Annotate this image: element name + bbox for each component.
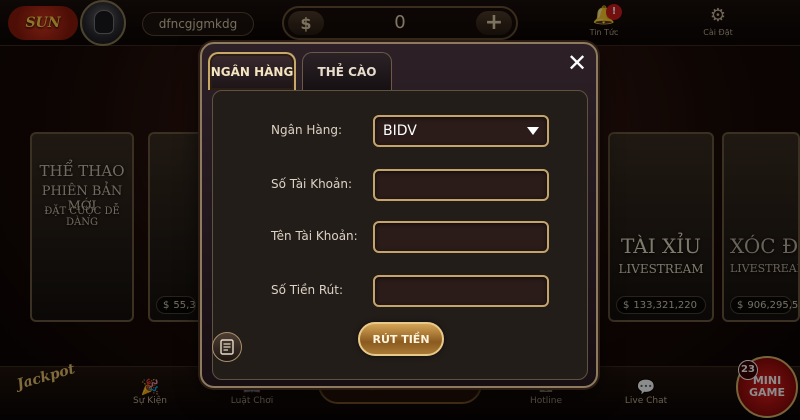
tab-bank[interactable]: NGÂN HÀNG: [208, 52, 296, 90]
account-name-input[interactable]: [373, 221, 549, 253]
tab-card[interactable]: THẺ CÀO: [302, 52, 392, 90]
history-button[interactable]: [212, 332, 242, 362]
caret-down-icon: [527, 127, 539, 135]
amount-label: Số Tiền Rút:: [271, 283, 344, 297]
amount-input[interactable]: [373, 275, 549, 307]
account-name-row: Tên Tài Khoản:: [259, 221, 579, 253]
account-number-label: Số Tài Khoản:: [271, 177, 353, 191]
close-button[interactable]: ✕: [560, 48, 594, 78]
withdraw-submit-button[interactable]: RÚT TIỀN: [358, 322, 444, 356]
bank-label: Ngân Hàng:: [271, 123, 343, 137]
bank-select[interactable]: BIDV: [373, 115, 549, 147]
amount-row: Số Tiền Rút:: [259, 275, 579, 307]
bank-row: Ngân Hàng: BIDV: [259, 115, 579, 147]
account-number-input[interactable]: [373, 169, 549, 201]
close-icon: ✕: [566, 49, 588, 77]
account-number-row: Số Tài Khoản:: [259, 169, 579, 201]
account-name-label: Tên Tài Khoản:: [271, 229, 358, 243]
document-icon: [220, 339, 234, 355]
bank-select-value: BIDV: [383, 123, 417, 139]
withdraw-modal: NGÂN HÀNG THẺ CÀO ✕ Ngân Hàng: BIDV Số T…: [200, 42, 598, 388]
